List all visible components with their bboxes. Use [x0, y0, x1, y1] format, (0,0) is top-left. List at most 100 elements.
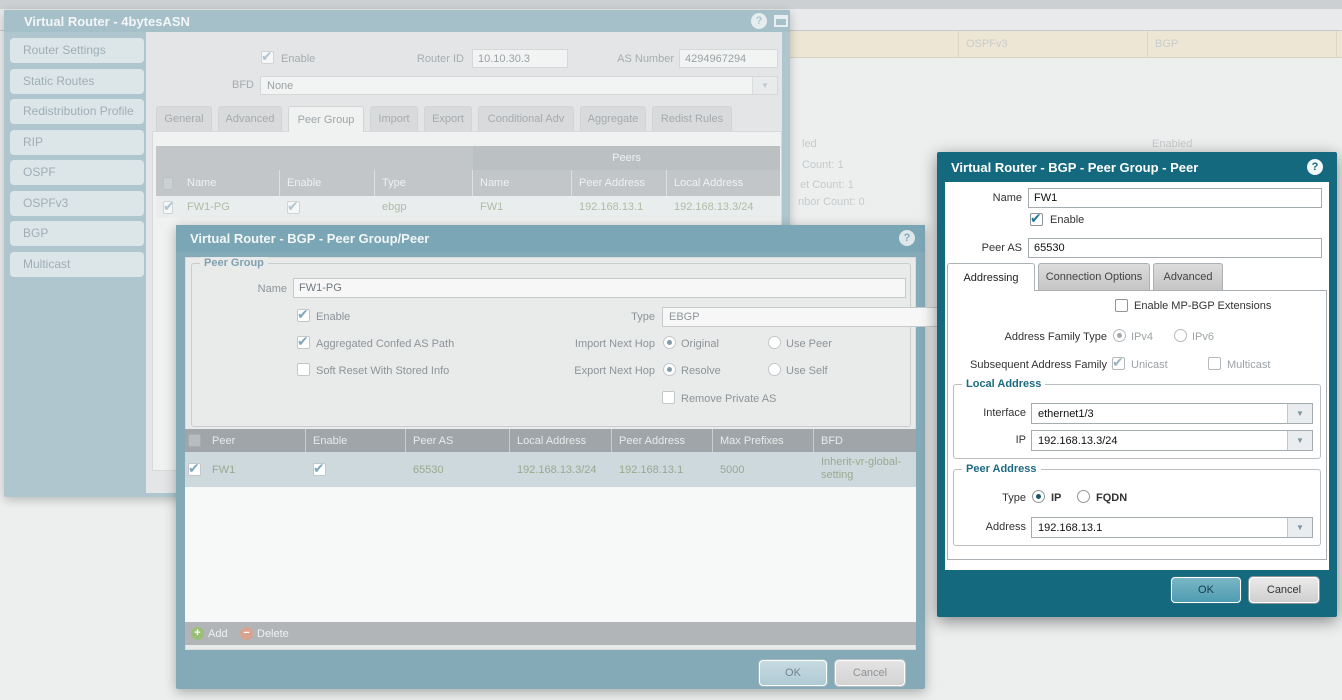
- cell-type: ebgp: [375, 196, 473, 218]
- fqdn-radio[interactable]: [1077, 490, 1090, 503]
- enable-checkbox[interactable]: [261, 51, 274, 64]
- sidebar-item-router-settings[interactable]: Router Settings: [10, 38, 144, 63]
- address-label: Address: [956, 521, 1026, 534]
- chevron-down-icon[interactable]: [1287, 431, 1312, 450]
- window-icon[interactable]: [774, 15, 788, 27]
- column-header-enable[interactable]: Enable: [280, 170, 375, 196]
- tab-advanced[interactable]: Advanced: [218, 106, 282, 131]
- cancel-button[interactable]: Cancel: [1249, 577, 1319, 603]
- table-row[interactable]: FW1 65530 192.168.13.3/24 192.168.13.1 5…: [185, 452, 916, 487]
- sidebar-item-ospfv3[interactable]: OSPFv3: [10, 191, 144, 216]
- column-header-type[interactable]: Type: [375, 170, 473, 196]
- ok-button[interactable]: OK: [759, 660, 827, 686]
- sidebar-item-static-routes[interactable]: Static Routes: [10, 69, 144, 94]
- table-row[interactable]: FW1-PG ebgp FW1 192.168.13.1 192.168.13.…: [156, 196, 780, 218]
- column-header-local-address[interactable]: Local Address: [510, 429, 612, 452]
- ok-button[interactable]: OK: [1171, 577, 1241, 603]
- dialog-title: Virtual Router - BGP - Peer Group - Peer: [951, 160, 1198, 175]
- column-header-enable[interactable]: Enable: [306, 429, 406, 452]
- column-header-bfd[interactable]: BFD: [814, 429, 916, 452]
- peer-group-legend: Peer Group: [200, 257, 268, 270]
- tab-aggregate[interactable]: Aggregate: [580, 106, 646, 131]
- remove-private-as-checkbox[interactable]: [662, 391, 675, 404]
- dialog-header: Virtual Router - BGP - Peer Group/Peer: [176, 225, 925, 252]
- sidebar-item-rip[interactable]: RIP: [10, 130, 144, 155]
- tab-advanced[interactable]: Advanced: [1153, 263, 1223, 290]
- select-all-checkbox[interactable]: [163, 177, 173, 190]
- import-original-radio[interactable]: [663, 336, 676, 349]
- row-checkbox[interactable]: [188, 463, 201, 476]
- as-number-input[interactable]: [679, 49, 778, 68]
- help-icon[interactable]: [899, 230, 915, 246]
- row-checkbox[interactable]: [163, 201, 173, 214]
- ip-dropdown[interactable]: 192.168.13.3/24: [1031, 430, 1313, 451]
- enable-checkbox[interactable]: [297, 309, 310, 322]
- column-header-peer-as[interactable]: Peer AS: [406, 429, 510, 452]
- peer-as-input[interactable]: [1028, 238, 1322, 258]
- column-header-peer-address[interactable]: Peer Address: [572, 170, 667, 196]
- ipv4-radio[interactable]: [1113, 329, 1126, 342]
- tab-addressing[interactable]: Addressing: [947, 263, 1035, 291]
- ipv6-radio[interactable]: [1174, 329, 1187, 342]
- table-header-row: Peer Enable Peer AS Local Address Peer A…: [185, 429, 916, 452]
- router-id-input[interactable]: [472, 49, 568, 68]
- cell-local-address: 192.168.13.3/24: [667, 196, 780, 218]
- tab-redist-rules[interactable]: Redist Rules: [652, 106, 732, 131]
- cell-peer-address: 192.168.13.1: [612, 452, 713, 487]
- tab-import[interactable]: Import: [370, 106, 418, 131]
- chevron-down-icon[interactable]: [752, 77, 777, 94]
- address-dropdown[interactable]: 192.168.13.1: [1031, 517, 1313, 538]
- multicast-checkbox[interactable]: [1208, 357, 1221, 370]
- mp-bgp-checkbox[interactable]: [1115, 299, 1128, 312]
- sidebar-item-bgp[interactable]: BGP: [10, 221, 144, 246]
- import-original-label: Original: [681, 338, 719, 351]
- import-use-peer-radio[interactable]: [768, 336, 781, 349]
- column-header-peer[interactable]: Peer: [205, 429, 306, 452]
- row-enable-checkbox[interactable]: [313, 463, 326, 476]
- export-use-self-radio[interactable]: [768, 363, 781, 376]
- enable-checkbox[interactable]: [1030, 213, 1043, 226]
- chevron-down-icon[interactable]: [1287, 518, 1312, 537]
- column-header-peer-address[interactable]: Peer Address: [612, 429, 713, 452]
- peer-address-legend: Peer Address: [962, 463, 1041, 476]
- help-icon[interactable]: [1307, 159, 1323, 175]
- add-button[interactable]: Add: [208, 628, 228, 641]
- soft-reset-checkbox[interactable]: [297, 363, 310, 376]
- tab-export[interactable]: Export: [424, 106, 472, 131]
- tab-general[interactable]: General: [156, 106, 212, 131]
- cancel-button[interactable]: Cancel: [835, 660, 905, 686]
- name-input[interactable]: [1028, 188, 1322, 208]
- name-input[interactable]: [293, 278, 906, 298]
- interface-dropdown[interactable]: ethernet1/3: [1031, 403, 1313, 424]
- unicast-checkbox[interactable]: [1112, 357, 1125, 370]
- column-header-name[interactable]: Name: [180, 170, 280, 196]
- help-icon[interactable]: [751, 13, 767, 29]
- ip-type-radio[interactable]: [1032, 490, 1045, 503]
- column-header-local-address[interactable]: Local Address: [667, 170, 780, 196]
- row-enable-checkbox[interactable]: [287, 201, 300, 214]
- chevron-down-icon[interactable]: [1287, 404, 1312, 423]
- sidebar-item-multicast[interactable]: Multicast: [10, 252, 144, 277]
- tab-connection-options[interactable]: Connection Options: [1038, 263, 1150, 290]
- delete-icon[interactable]: −: [240, 627, 253, 640]
- tab-conditional-adv[interactable]: Conditional Adv: [478, 106, 574, 131]
- column-header-peer-name[interactable]: Name: [473, 170, 572, 196]
- sidebar-item-redistribution-profile[interactable]: Redistribution Profile: [10, 99, 144, 124]
- enable-label: Enable: [281, 53, 315, 66]
- column-header-max-prefixes[interactable]: Max Prefixes: [713, 429, 814, 452]
- import-next-hop-label: Import Next Hop: [515, 338, 655, 351]
- bfd-dropdown[interactable]: None: [260, 76, 778, 95]
- export-next-hop-label: Export Next Hop: [515, 365, 655, 378]
- add-icon[interactable]: +: [191, 627, 204, 640]
- fqdn-label: FQDN: [1096, 492, 1127, 505]
- import-use-peer-label: Use Peer: [786, 338, 832, 351]
- sidebar-item-ospf[interactable]: OSPF: [10, 160, 144, 185]
- delete-button[interactable]: Delete: [257, 628, 289, 641]
- tab-peer-group[interactable]: Peer Group: [288, 106, 364, 132]
- select-all-checkbox[interactable]: [188, 434, 201, 447]
- export-use-self-label: Use Self: [786, 365, 828, 378]
- background-fragment: led: [802, 138, 817, 151]
- aggregated-confed-checkbox[interactable]: [297, 336, 310, 349]
- export-resolve-radio[interactable]: [663, 363, 676, 376]
- name-label: Name: [207, 283, 287, 296]
